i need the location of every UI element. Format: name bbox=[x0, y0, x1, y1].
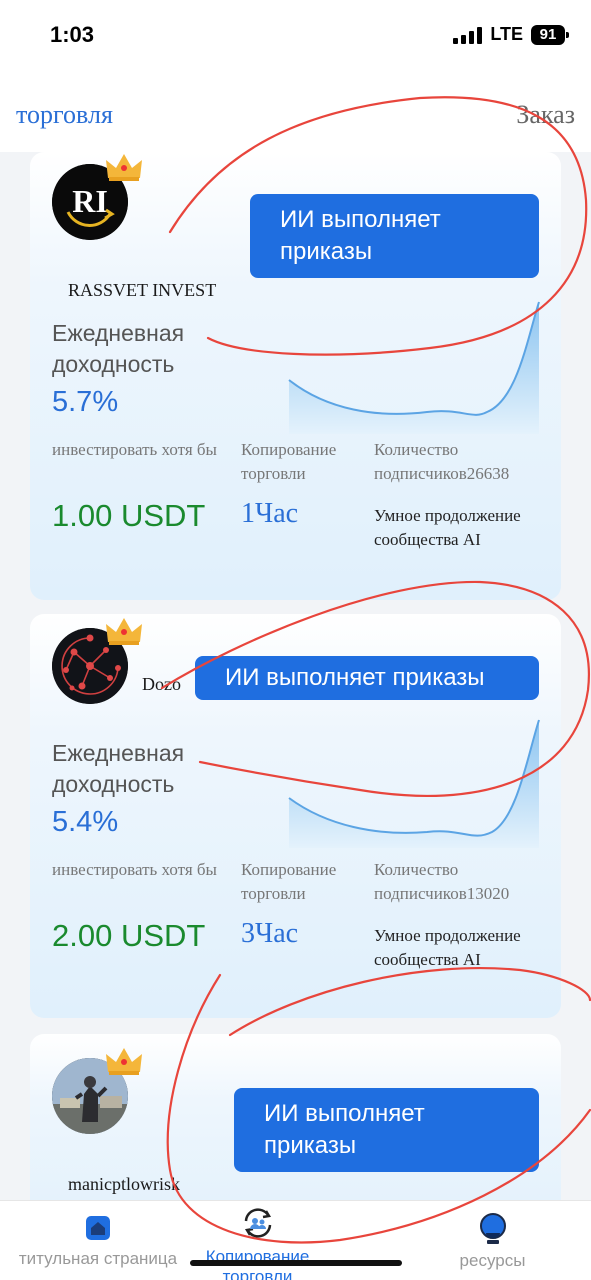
trader-avatar bbox=[52, 618, 142, 704]
copy-trading-label: Копирование торговли bbox=[241, 860, 337, 903]
subscribers-count: Количество подписчиков26638 bbox=[374, 440, 510, 483]
tab-copy-trading[interactable]: Копирование торговли bbox=[195, 1205, 320, 1280]
ai-execute-button[interactable]: ИИ выполняет приказы bbox=[195, 656, 539, 700]
top-nav: торговля Заказ bbox=[0, 72, 591, 152]
trader-card[interactable]: Dozo ИИ выполняет приказы Ежедневная дох… bbox=[30, 614, 561, 1018]
min-invest-value: 2.00 USDT bbox=[52, 918, 206, 953]
min-invest-label: инвестировать хотя бы bbox=[52, 860, 217, 879]
svg-text:RI: RI bbox=[72, 183, 108, 219]
yield-sparkline bbox=[288, 301, 540, 434]
home-icon bbox=[86, 1216, 110, 1240]
crown-icon bbox=[106, 618, 142, 645]
ai-execute-button[interactable]: ИИ выполняет приказы bbox=[234, 1088, 539, 1172]
smart-community-label: Умное продолжение сообщества AI bbox=[374, 926, 521, 969]
tab-resources-label: ресурсы bbox=[459, 1251, 526, 1270]
resources-icon bbox=[479, 1213, 506, 1244]
bottom-tab-bar: титульная страница Копирование торговли … bbox=[0, 1200, 591, 1280]
trader-name: manicptlowrisk bbox=[68, 1174, 180, 1194]
min-invest-label: инвестировать хотя бы bbox=[52, 440, 217, 459]
tab-home-label: титульная страница bbox=[18, 1249, 178, 1268]
copy-duration: 1Час bbox=[241, 498, 299, 529]
copy-duration: 3Час bbox=[241, 918, 299, 949]
tab-orders[interactable]: Заказ bbox=[516, 100, 575, 130]
trader-avatar bbox=[52, 1048, 142, 1134]
subscribers-count: Количество подписчиков13020 bbox=[374, 860, 510, 903]
status-time: 1:03 bbox=[50, 22, 95, 47]
crown-icon bbox=[106, 1048, 142, 1075]
trader-name: RASSVET INVEST bbox=[68, 280, 217, 300]
battery-icon: 91 bbox=[531, 24, 569, 45]
yield-sparkline bbox=[288, 719, 540, 848]
trader-avatar: RI bbox=[52, 154, 142, 240]
smart-community-label: Умное продолжение сообщества AI bbox=[374, 506, 521, 549]
signal-icon bbox=[453, 26, 483, 44]
ai-execute-button[interactable]: ИИ выполняет приказы bbox=[250, 194, 539, 278]
network-label: LTE bbox=[490, 24, 523, 44]
trader-card[interactable]: RI RASSVET INVEST ИИ выполняет приказы Е… bbox=[30, 152, 561, 600]
trader-feed[interactable]: RI RASSVET INVEST ИИ выполняет приказы Е… bbox=[0, 152, 591, 1200]
trader-card[interactable]: manicptlowrisk ИИ выполняет приказы bbox=[30, 1034, 561, 1200]
tab-home[interactable]: титульная страница bbox=[8, 1213, 188, 1269]
daily-yield-label: Ежедневная доходность bbox=[52, 320, 185, 377]
daily-yield-value: 5.4% bbox=[52, 806, 119, 838]
crown-icon bbox=[106, 154, 142, 181]
status-bar: 1:03 LTE 91 bbox=[0, 0, 591, 72]
tab-resources[interactable]: ресурсы bbox=[430, 1213, 555, 1271]
daily-yield-value: 5.7% bbox=[52, 386, 119, 418]
copy-trading-label: Копирование торговли bbox=[241, 440, 337, 483]
home-indicator bbox=[190, 1260, 402, 1266]
trader-name: Dozo bbox=[142, 674, 181, 694]
tab-trading[interactable]: торговля bbox=[16, 100, 113, 130]
status-indicators: LTE 91 bbox=[453, 24, 569, 45]
min-invest-value: 1.00 USDT bbox=[52, 498, 206, 533]
daily-yield-label: Ежедневная доходность bbox=[52, 740, 185, 797]
copy-trade-icon bbox=[244, 1208, 271, 1238]
